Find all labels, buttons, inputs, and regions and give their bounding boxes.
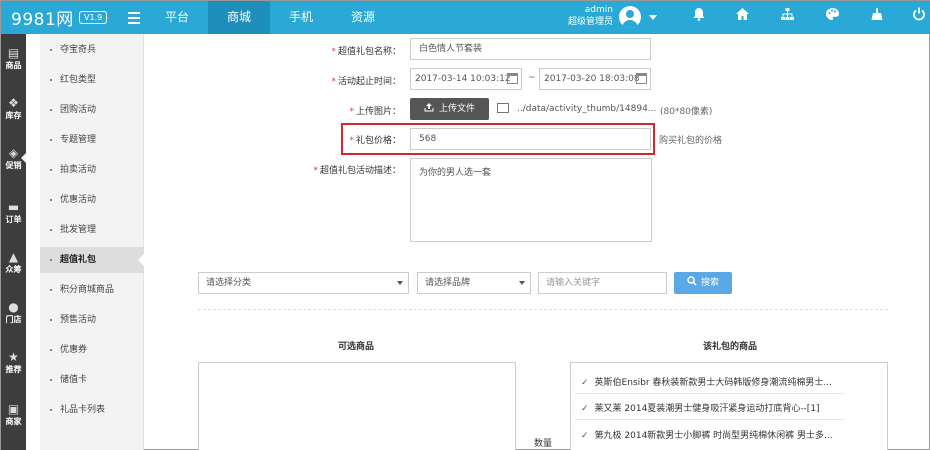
image-path: ../data/activity_thumb/14894...: [517, 104, 657, 114]
user-role: 超级管理员: [567, 17, 613, 27]
submenu-item[interactable]: 储值卡: [40, 367, 144, 393]
submenu-item[interactable]: 夺宝奇兵: [40, 37, 144, 63]
keyword-input[interactable]: 请输入关键字: [538, 272, 667, 294]
list-icon: ▬: [7, 200, 20, 214]
check-icon: ✓: [581, 378, 589, 388]
brand-select[interactable]: 请选择品牌: [417, 272, 531, 294]
top-bar: 9981网 V1.9 平台 商城 手机 资源 admin 超级管理员: [1, 1, 930, 34]
start-time-input[interactable]: 2017-03-14 10:03:12: [410, 68, 522, 90]
check-icon: ✓: [581, 404, 589, 414]
submenu-item[interactable]: 红包类型: [40, 67, 144, 93]
image-label: * 上传图片：: [349, 107, 401, 117]
search-button[interactable]: 搜索: [674, 272, 732, 294]
chevron-down-icon: [519, 281, 525, 285]
user-name: admin: [584, 5, 613, 15]
time-separator: ~: [528, 73, 536, 83]
end-time-input[interactable]: 2017-03-20 18:03:08: [539, 68, 651, 90]
submenu-item[interactable]: 拍卖活动: [40, 157, 144, 183]
divider: [575, 393, 845, 394]
upload-file-button[interactable]: 上传文件: [410, 98, 489, 120]
submenu-item-active[interactable]: 超值礼包: [40, 247, 144, 273]
image-size-hint: (80*80像素): [660, 107, 713, 117]
submenu-item[interactable]: 专题管理: [40, 127, 144, 153]
sidebar-item-crowdfunding[interactable]: ▲ 众筹: [1, 250, 26, 275]
available-goods-list[interactable]: [198, 362, 516, 450]
image-icon: [497, 103, 509, 113]
sidebar-item-promotion[interactable]: ◈ 促销: [1, 146, 27, 171]
top-nav-mall[interactable]: 商城: [208, 1, 270, 34]
user-dropdown-icon[interactable]: [649, 15, 657, 20]
submenu-item[interactable]: 积分商城商品: [40, 277, 144, 303]
submenu-item[interactable]: 团购活动: [40, 97, 144, 123]
chevron-down-icon: [397, 281, 403, 285]
tag-icon: ◈: [8, 146, 19, 160]
power-icon[interactable]: [909, 7, 929, 27]
section-divider: [198, 309, 888, 310]
avatar[interactable]: [619, 6, 641, 28]
name-label: * 超值礼包名称：: [331, 47, 401, 57]
search-icon: [687, 276, 697, 286]
list-item[interactable]: ✓ 英斯伯Ensibr 春秋装新款男士大码韩版修身潮流纯棉男士...: [581, 375, 832, 388]
palette-icon[interactable]: [822, 7, 842, 27]
price-highlight-box: [341, 123, 655, 155]
sidebar-item-orders[interactable]: ▬ 订单: [1, 200, 26, 225]
submenu-item[interactable]: 预售活动: [40, 307, 144, 333]
bell-icon[interactable]: [689, 7, 709, 27]
cart-icon: ▤: [7, 46, 20, 60]
price-hint: 购买礼包的价格: [659, 136, 723, 146]
package-goods-list[interactable]: ✓ 英斯伯Ensibr 春秋装新款男士大码韩版修身潮流纯棉男士... ✓ 莱又莱 2…: [570, 362, 888, 450]
submenu-item[interactable]: 优惠券: [40, 337, 144, 363]
calendar-icon[interactable]: [636, 73, 647, 84]
sidebar-item-recommend[interactable]: ★ 推荐: [1, 350, 26, 375]
logo[interactable]: 9981网: [11, 5, 74, 30]
top-nav-platform[interactable]: 平台: [146, 1, 208, 34]
map-pin-icon: ●: [8, 300, 19, 314]
submenu-item[interactable]: 礼品卡列表: [40, 397, 144, 423]
package-goods-title: 该礼包的商品: [703, 342, 758, 352]
sitemap-icon[interactable]: [777, 7, 797, 27]
divider: [575, 419, 845, 420]
package-name-input[interactable]: 白色情人节套装: [410, 38, 651, 60]
time-label: * 活动起止时间：: [331, 77, 401, 87]
sidebar-item-merchant[interactable]: ▣ 商家: [1, 402, 26, 427]
submenu-item[interactable]: 批发管理: [40, 217, 144, 243]
top-nav-mobile[interactable]: 手机: [270, 1, 332, 34]
top-nav: 平台 商城 手机 资源: [146, 1, 394, 34]
category-select[interactable]: 请选择分类: [198, 272, 409, 294]
users-icon: ▲: [8, 250, 19, 264]
version-badge: V1.9: [79, 11, 108, 24]
sidebar-item-goods[interactable]: ▤ 商品: [1, 46, 26, 71]
check-icon: ✓: [581, 431, 589, 441]
sub-menu: 夺宝奇兵 红包类型 团购活动 专题管理 拍卖活动 优惠活动 批发管理 超值礼包 …: [40, 34, 144, 450]
main-sidebar: ▤ 商品 ❖ 库存 ◈ 促销 ▬ 订单 ▲ 众筹 ● 门店 ★ 推荐 ▣ 商家: [1, 34, 27, 450]
star-icon: ★: [8, 350, 19, 364]
available-goods-title: 可选商品: [338, 342, 375, 352]
store-icon: ▣: [7, 402, 20, 416]
sidebar-item-stock[interactable]: ❖ 库存: [1, 96, 26, 121]
user-info[interactable]: admin 超级管理员: [561, 4, 613, 28]
sidebar-item-store[interactable]: ● 门店: [1, 300, 26, 325]
desc-label: * 超值礼包活动描述：: [313, 166, 401, 176]
quantity-label: 数量: [534, 439, 553, 449]
submenu-item[interactable]: 优惠活动: [40, 187, 144, 213]
sidebar-gap: [26, 34, 40, 450]
package-description-textarea[interactable]: 为你的男人选一套: [410, 158, 652, 242]
home-icon[interactable]: [732, 7, 752, 27]
top-nav-resources[interactable]: 资源: [332, 1, 394, 34]
calendar-icon[interactable]: [507, 73, 518, 84]
list-item[interactable]: ✓ 第九极 2014新款男士小脚裤 时尚型男纯棉休闲裤 男士多...: [581, 428, 833, 441]
broom-icon[interactable]: [867, 7, 887, 27]
menu-toggle-icon[interactable]: [128, 12, 140, 27]
upload-icon: [424, 103, 434, 112]
list-item[interactable]: ✓ 莱又莱 2014夏装潮男士健身吸汗紧身运动打底背心--[1]: [581, 401, 820, 414]
cubes-icon: ❖: [8, 96, 19, 110]
